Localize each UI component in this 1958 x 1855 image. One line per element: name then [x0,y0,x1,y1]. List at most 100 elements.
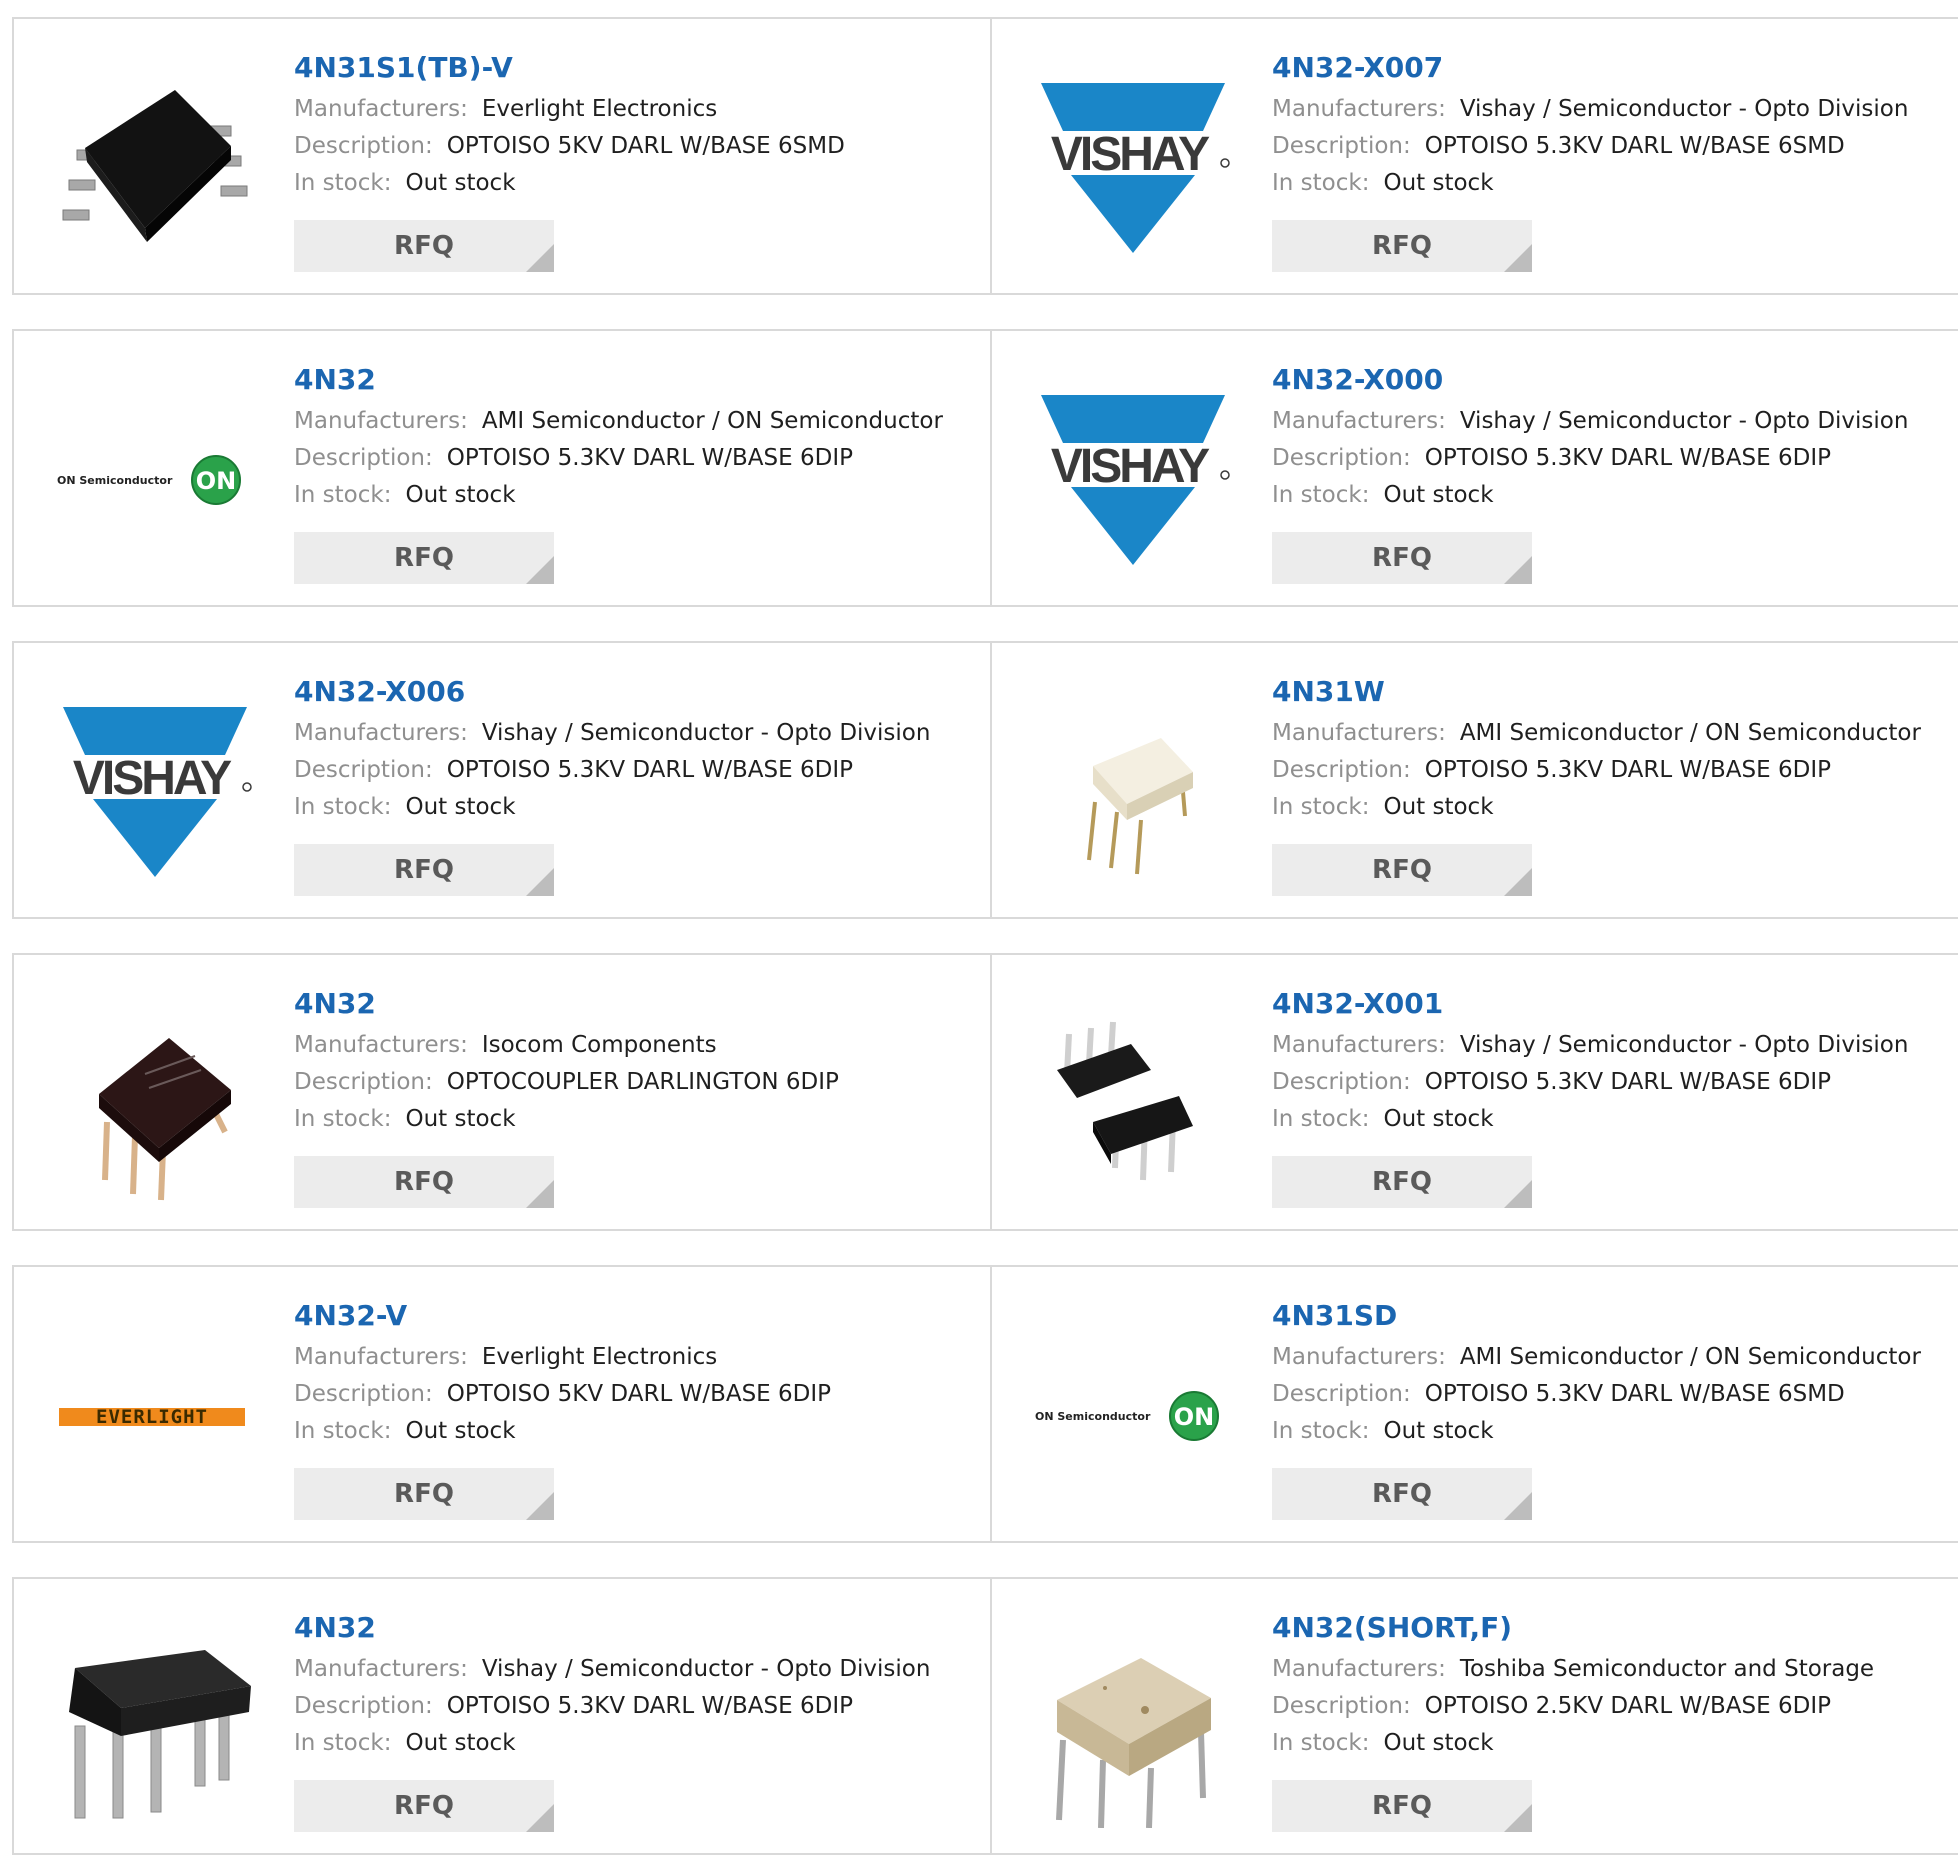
stock-row: In stock: Out stock [1272,1101,1948,1138]
product-card: 4N31S1(TB)-V Manufacturers: Everlight Elec… [12,17,992,295]
product-title-link[interactable]: 4N31W [1272,673,1948,711]
stock-row: In stock: Out stock [1272,165,1948,202]
rfq-button-label: RFQ [1372,1791,1432,1821]
product-info: 4N32 Manufacturers: AMI Semiconductor / ON… [294,361,980,514]
product-info: 4N32-V Manufacturers: Everlight Electronic… [294,1297,980,1450]
dual-dip-chip-icon[interactable] [1032,1003,1234,1205]
description-value: OPTOISO 5.3KV DARL W/BASE 6DIP [446,445,853,471]
manufacturer-value: Toshiba Semiconductor and Storage [1459,1656,1875,1682]
stock-row: In stock: Out stock [1272,789,1948,826]
description-value: OPTOISO 5KV DARL W/BASE 6SMD [446,133,845,159]
product-title-link[interactable]: 4N32-X000 [1272,361,1948,399]
description-label: Description: [1272,133,1411,159]
product-title-link[interactable]: 4N31S1(TB)-V [294,49,980,87]
rfq-corner-triangle [1504,556,1532,584]
rfq-button[interactable]: RFQ [1272,532,1532,584]
rfq-button-label: RFQ [394,855,454,885]
product-info: 4N31W Manufacturers: AMI Semiconductor / O… [1272,673,1948,826]
description-row: Description: OPTOISO 5.3KV DARL W/BASE 6D… [294,752,980,789]
manufacturers-label: Manufacturers: [1272,1656,1446,1682]
description-value: OPTOISO 5.3KV DARL W/BASE 6SMD [1424,133,1845,159]
description-label: Description: [1272,1069,1411,1095]
description-row: Description: OPTOISO 5KV DARL W/BASE 6DIP [294,1376,980,1413]
product-card: 4N32 Manufacturers: Isocom Components Descr… [12,953,992,1231]
stock-value: Out stock [405,1106,516,1132]
product-info: 4N31SD Manufacturers: AMI Semiconductor / … [1272,1297,1948,1450]
product-info: 4N32(SHORT,F) Manufacturers: Toshiba Semic… [1272,1609,1948,1762]
product-title-link[interactable]: 4N32-V [294,1297,980,1335]
description-label: Description: [1272,1381,1411,1407]
rfq-button[interactable]: RFQ [294,1780,554,1832]
rfq-button-label: RFQ [1372,855,1432,885]
description-value: OPTOISO 5.3KV DARL W/BASE 6DIP [1424,757,1831,783]
rfq-button[interactable]: RFQ [1272,1780,1532,1832]
stock-value: Out stock [405,1418,516,1444]
product-title-link[interactable]: 4N32 [294,361,980,399]
rfq-button[interactable]: RFQ [294,1468,554,1520]
manufacturer-value: Isocom Components [481,1032,717,1058]
rfq-button[interactable]: RFQ [294,1156,554,1208]
brown-dip-chip-icon[interactable] [54,1003,256,1205]
product-card: 4N32-X001 Manufacturers: Vishay / Semicond… [990,953,1958,1231]
rfq-button[interactable]: RFQ [1272,1468,1532,1520]
vishay-logo[interactable]: VISHAY [54,691,256,893]
stock-row: In stock: Out stock [1272,1725,1948,1762]
stock-label: In stock: [1272,170,1370,196]
stock-label: In stock: [294,794,392,820]
rfq-button[interactable]: RFQ [1272,1156,1532,1208]
manufacturer-value: AMI Semiconductor / ON Semiconductor [1459,720,1921,746]
smd-chip-icon[interactable] [54,67,256,269]
manufacturer-value: Everlight Electronics [481,96,718,122]
rfq-corner-triangle [526,1180,554,1208]
product-card: ON Semiconductor ON 4N32 Manufacturers: AM… [12,329,992,607]
manufacturers-label: Manufacturers: [1272,1344,1446,1370]
description-value: OPTOISO 5.3KV DARL W/BASE 6DIP [1424,445,1831,471]
black-dip-chip-icon[interactable] [54,1627,256,1829]
stock-value: Out stock [405,170,516,196]
white-dip-chip-icon[interactable] [1032,691,1234,893]
on-semiconductor-logo[interactable]: ON Semiconductor ON [1032,1315,1234,1517]
rfq-corner-triangle [526,1492,554,1520]
everlight-logo[interactable]: EVERLIGHT [54,1315,256,1517]
description-value: OPTOISO 5.3KV DARL W/BASE 6SMD [1424,1381,1845,1407]
rfq-button[interactable]: RFQ [294,220,554,272]
product-card: VISHAY 4N32-X000 Manufacturers: Vishay / S… [990,329,1958,607]
rfq-button-label: RFQ [1372,231,1432,261]
rfq-button[interactable]: RFQ [1272,844,1532,896]
product-title-link[interactable]: 4N32 [294,985,980,1023]
description-row: Description: OPTOISO 5.3KV DARL W/BASE 6D… [1272,752,1948,789]
manufacturer-value: Vishay / Semiconductor - Opto Division [481,720,931,746]
manufacturer-value: AMI Semiconductor / ON Semiconductor [1459,1344,1921,1370]
description-label: Description: [294,133,433,159]
description-label: Description: [294,445,433,471]
product-grid: 4N31S1(TB)-V Manufacturers: Everlight Elec… [12,0,1958,1855]
product-card: EVERLIGHT 4N32-V Manufacturers: Everlight … [12,1265,992,1543]
manufacturers-label: Manufacturers: [1272,720,1446,746]
rfq-button[interactable]: RFQ [294,532,554,584]
manufacturer-row: Manufacturers: AMI Semiconductor / ON Sem… [294,403,980,440]
product-title-link[interactable]: 4N32(SHORT,F) [1272,1609,1948,1647]
product-title-link[interactable]: 4N32 [294,1609,980,1647]
svg-text:VISHAY: VISHAY [1051,128,1210,181]
rfq-button[interactable]: RFQ [1272,220,1532,272]
stock-value: Out stock [1383,1418,1494,1444]
description-row: Description: OPTOISO 5.3KV DARL W/BASE 6D… [294,1688,980,1725]
product-title-link[interactable]: 4N32-X001 [1272,985,1948,1023]
vishay-logo[interactable]: VISHAY [1032,67,1234,269]
rfq-corner-triangle [526,556,554,584]
product-title-link[interactable]: 4N32-X006 [294,673,980,711]
svg-text:ON Semiconductor: ON Semiconductor [57,474,173,487]
beige-dip-chip-icon[interactable] [1032,1627,1234,1829]
stock-value: Out stock [1383,482,1494,508]
stock-value: Out stock [405,482,516,508]
product-title-link[interactable]: 4N32-X007 [1272,49,1948,87]
product-title-link[interactable]: 4N31SD [1272,1297,1948,1335]
description-label: Description: [1272,757,1411,783]
manufacturer-value: AMI Semiconductor / ON Semiconductor [481,408,943,434]
stock-label: In stock: [294,1418,392,1444]
manufacturer-value: Vishay / Semiconductor - Opto Division [1459,1032,1909,1058]
stock-value: Out stock [405,1730,516,1756]
rfq-button[interactable]: RFQ [294,844,554,896]
vishay-logo[interactable]: VISHAY [1032,379,1234,581]
on-semiconductor-logo[interactable]: ON Semiconductor ON [54,379,256,581]
